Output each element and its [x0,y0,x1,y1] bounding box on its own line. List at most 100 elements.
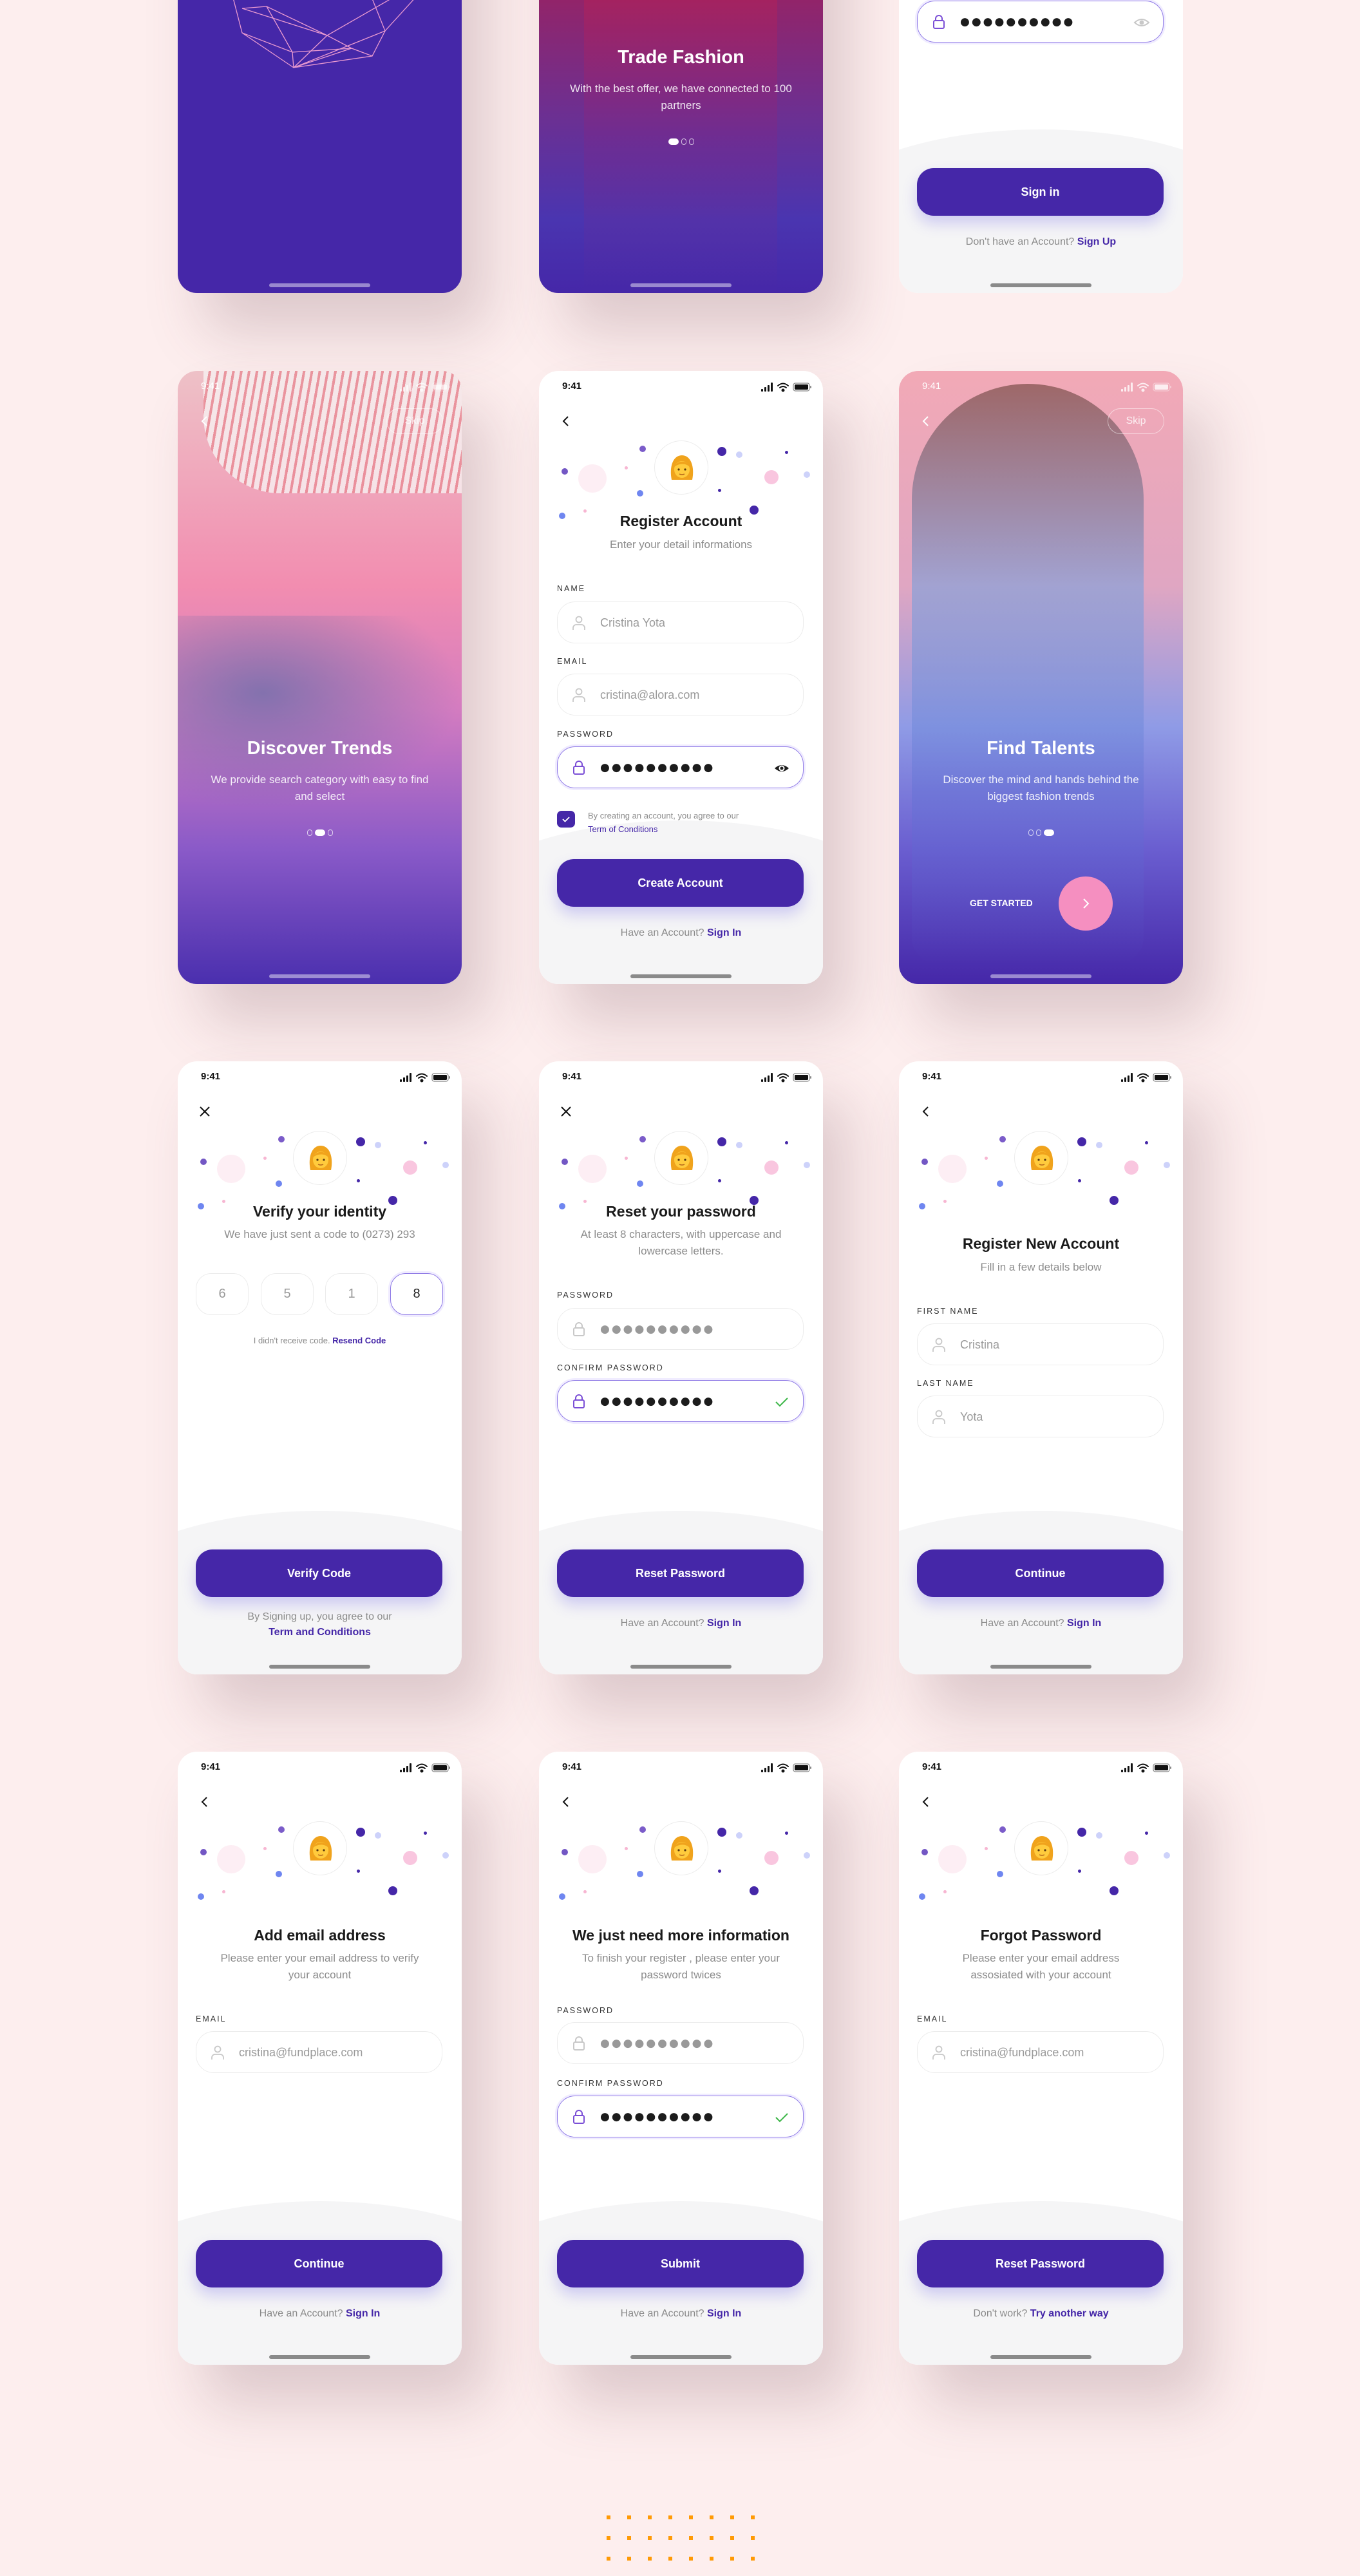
status-icons [1121,382,1173,392]
email-input[interactable]: cristina@fundplace.com [196,2031,442,2073]
decoration [899,1752,1183,1906]
name-input[interactable]: Cristina Yota [557,601,804,643]
decor-dot [637,1180,643,1187]
password-mask: ●●●●●●●●●● [600,1323,715,1336]
create-account-button[interactable]: Create Account [557,859,804,907]
code-digit-input[interactable]: 5 [261,1273,314,1315]
page-title: We just need more information [572,1927,789,1944]
user-icon [932,2045,945,2060]
pagination[interactable] [539,138,823,145]
page-subtitle: We have just sent a code to (0273) 293 [224,1228,415,1240]
decor-dot [1077,1137,1086,1146]
password-mask: ●●●●●●●●●● [600,1395,715,1408]
onboarding-subtitle: With the best offer, we have connected t… [570,82,792,111]
page-dot-active[interactable] [1043,829,1054,836]
get-started-label[interactable]: GET STARTED [970,898,1033,908]
page-dot[interactable] [688,138,694,145]
page-dot-active[interactable] [314,829,325,836]
eye-icon[interactable] [773,760,790,777]
decor-dot [578,464,607,493]
first-name-input[interactable]: Cristina [917,1323,1164,1365]
reset-password-button[interactable]: Reset Password [557,1549,804,1597]
footer-text: Have an Account? Sign In [178,2307,462,2321]
decor-square [668,2515,672,2519]
verify-code-button[interactable]: Verify Code [196,1549,442,1597]
sign-in-button[interactable]: Sign in [917,168,1164,216]
check-icon [562,817,570,822]
user-icon [932,1338,945,1352]
decor-dot [357,1179,360,1182]
terms-link[interactable]: Term and Conditions [178,1625,462,1640]
terms-link[interactable]: Term of Conditions [588,822,739,836]
confirm-password-input[interactable]: ●●●●●●●●●● [557,1380,804,1422]
lock-icon [573,1394,585,1408]
decor-dot [718,489,721,492]
status-bar: 9:41 [178,379,462,395]
back-icon[interactable] [197,413,212,429]
back-icon[interactable] [918,413,934,429]
decor-square [751,2557,755,2561]
decor-dot [1096,1142,1102,1148]
decor-dot [999,1136,1006,1142]
email-input[interactable]: cristina@fundplace.com [917,2031,1164,2073]
skip-button[interactable]: Skip [386,408,443,434]
sign-in-link[interactable]: Sign In [346,2308,380,2319]
page-subtitle: At least 8 characters, with uppercase an… [580,1228,782,1257]
code-digit-input[interactable]: 8 [390,1273,443,1315]
confirm-password-label: CONFIRM PASSWORD [557,1363,664,1372]
reset-password-button[interactable]: Reset Password [917,2240,1164,2287]
decor-dot [198,1893,204,1900]
decor-dot [785,1832,788,1835]
decor-dot [562,468,568,475]
decor-square [751,2536,755,2540]
sign-in-link[interactable]: Sign In [707,2308,741,2319]
sign-in-link[interactable]: Sign In [707,1618,741,1629]
pagination[interactable] [178,829,462,836]
last-name-value: Yota [960,1410,983,1423]
agree-checkbox[interactable] [557,811,575,828]
email-value: cristina@fundplace.com [239,2046,363,2059]
submit-button[interactable]: Submit [557,2240,804,2287]
confirm-password-input[interactable]: ●●●●●●●●●● [557,2096,804,2137]
email-input[interactable]: cristina@alora.com [557,674,804,715]
woman-emoji-icon [309,1836,332,1861]
decor-dot [999,1826,1006,1833]
sign-in-link[interactable]: Sign In [1067,1618,1101,1629]
code-digit-input[interactable]: 6 [196,1273,249,1315]
password-input[interactable]: ●●●●●●●●●● [557,1308,804,1350]
resend-code-link[interactable]: Resend Code [332,1336,386,1345]
page-dot[interactable] [307,829,312,836]
lock-icon [573,2110,585,2124]
try-another-way-link[interactable]: Try another way [1030,2308,1109,2319]
password-input[interactable]: ●●●●●●●●●● [917,1,1164,43]
decor-dot [1164,1162,1170,1168]
page-dot[interactable] [1035,829,1041,836]
sign-up-link[interactable]: Sign Up [1077,236,1116,247]
sign-in-screen: ●●●●●●●●●● Sign in Don't have an Account… [899,0,1183,293]
last-name-input[interactable]: Yota [917,1396,1164,1437]
decor-dot [718,1179,721,1182]
page-dot[interactable] [681,138,686,145]
pagination[interactable] [899,829,1183,836]
sign-in-link[interactable]: Sign In [707,927,741,938]
more-information-screen: 9:41 We just need more information To fi… [539,1752,823,2365]
woman-emoji-icon [1030,1836,1053,1861]
check-icon [775,2113,788,2123]
decor-dot [639,1136,646,1142]
get-started-button[interactable] [1059,876,1113,931]
skip-button[interactable]: Skip [1108,408,1164,434]
page-dot[interactable] [327,829,333,836]
woman-emoji-icon [309,1146,332,1170]
decor-dot [403,1160,417,1175]
code-digit-input[interactable]: 1 [325,1273,378,1315]
continue-button[interactable]: Continue [196,2240,442,2287]
onboarding-subtitle: We provide search category with easy to … [211,773,429,802]
password-input[interactable]: ●●●●●●●●●● [557,2022,804,2064]
continue-button[interactable]: Continue [917,1549,1164,1597]
page-dot-active[interactable] [668,138,679,145]
eye-icon[interactable] [1133,14,1150,31]
password-input[interactable]: ●●●●●●●●●● [557,746,804,788]
decor-dot [200,1159,207,1165]
decoration [178,1752,462,1906]
page-dot[interactable] [1028,829,1034,836]
